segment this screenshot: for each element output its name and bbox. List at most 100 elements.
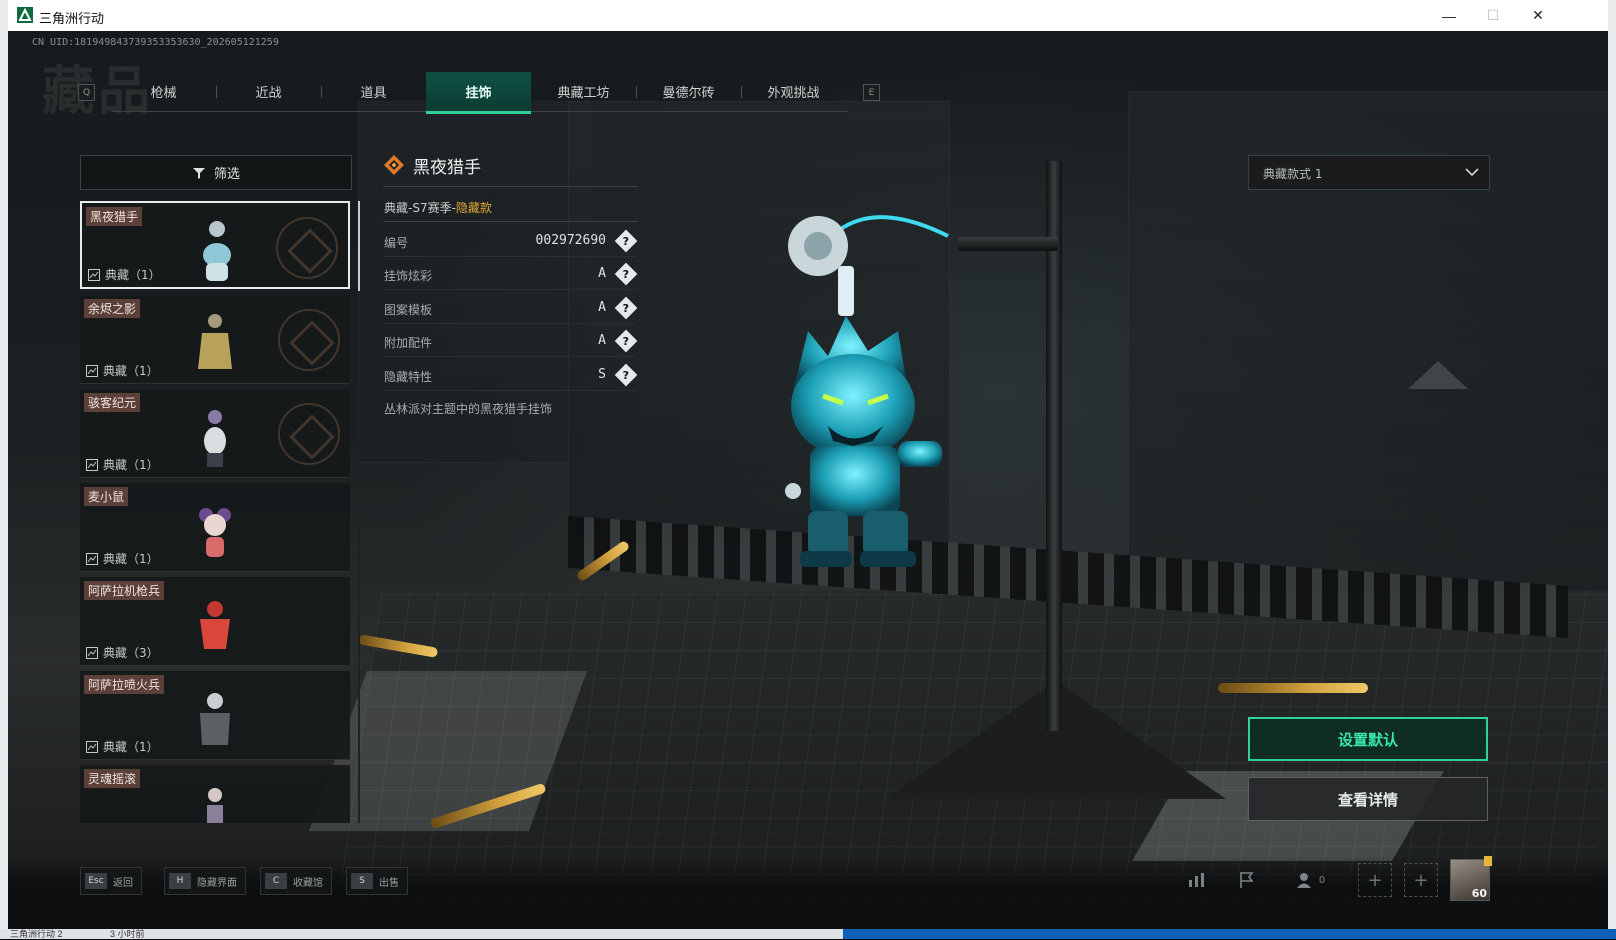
collection-icon — [86, 552, 98, 565]
filter-button[interactable]: 筛选 — [80, 155, 352, 190]
hotkey-sell[interactable]: S 出售 — [346, 867, 408, 895]
tab-appearance-challenge[interactable]: 外观挑战 — [741, 72, 846, 111]
attr-row-serial: 编号 002972690 ? — [384, 225, 638, 257]
collection-icon — [86, 646, 98, 659]
charm-thumbnail — [204, 410, 226, 467]
crate-arrow-decor — [1408, 361, 1468, 389]
list-item-mai-mouse[interactable]: 麦小鼠 典藏（1） — [80, 483, 350, 572]
hidden-variant-tag: 隐藏款 — [455, 201, 492, 215]
detail-divider — [383, 186, 638, 187]
charm-3d-figure — [785, 215, 949, 567]
attr-row-color: 挂饰炫彩 A ? — [384, 258, 638, 290]
friends-indicator[interactable]: 0 — [1286, 863, 1336, 897]
list-scrollbar-track[interactable] — [358, 201, 360, 823]
help-icon[interactable]: ? — [614, 229, 638, 253]
app-icon — [17, 7, 33, 23]
charm-thumbnail — [207, 788, 223, 823]
list-item-asala-flamethrower[interactable]: 阿萨拉喷火兵 典藏（1） — [80, 671, 350, 760]
list-scrollbar-thumb[interactable] — [358, 201, 360, 291]
desktop-edge-left — [0, 0, 8, 939]
category-tab-bar: 枪械 近战 道具 挂饰 典藏工坊 曼德尔砖 外观挑战 — [111, 72, 848, 114]
help-icon[interactable]: ? — [614, 262, 638, 286]
list-item-hacker-era[interactable]: 骇客纪元 典藏（1） — [80, 389, 350, 478]
display-stand-arm — [958, 237, 1058, 251]
list-item-name: 灵魂摇滚 — [84, 769, 141, 788]
tab-collection-workshop[interactable]: 典藏工坊 — [531, 72, 636, 111]
uid-label: CN UID:18194984373935335363​0_2026051212… — [32, 37, 279, 48]
attr-row-accessory: 附加配件 A ? — [384, 325, 638, 357]
next-tab-key-hint[interactable]: E — [863, 84, 880, 101]
friends-icon — [1296, 873, 1311, 888]
game-window: 三角洲行动 — ☐ ✕ 藏品 CN UID:181949843739353353… — [8, 0, 1608, 929]
prev-tab-key-hint[interactable]: Q — [78, 84, 95, 101]
list-item-soul-rock[interactable]: 灵魂摇滚 — [80, 765, 350, 823]
filter-icon — [192, 167, 205, 179]
charm-list: 黑夜猎手 典藏（1） 余烬之影 典藏（1） 骇客纪元 典藏（1） 麦小鼠 典藏（… — [80, 201, 350, 823]
taskbar-blue-band — [843, 929, 1616, 939]
collection-emblem — [278, 403, 340, 465]
list-item-name: 余烬之影 — [84, 299, 141, 318]
list-item-name: 黑夜猎手 — [86, 207, 143, 226]
collection-icon — [86, 740, 98, 753]
list-item-name: 骇客纪元 — [84, 393, 141, 412]
detail-title: 黑夜猎手 — [413, 157, 481, 178]
close-button[interactable]: ✕ — [1515, 0, 1561, 31]
collection-emblem — [276, 217, 338, 279]
tab-melee[interactable]: 近战 — [216, 72, 321, 111]
list-item-ember-shadow[interactable]: 余烬之影 典藏（1） — [80, 295, 350, 384]
filter-label: 筛选 — [213, 167, 240, 182]
help-icon[interactable]: ? — [614, 329, 638, 353]
charm-thumbnail — [200, 693, 230, 745]
list-item-black-night-hunter[interactable]: 黑夜猎手 典藏（1） — [80, 201, 350, 289]
collection-badge: 典藏（3） — [86, 644, 159, 661]
player-level: 60 — [1471, 887, 1487, 900]
collection-badge: 典藏（1） — [86, 362, 159, 379]
charm-thumbnail — [199, 508, 231, 557]
view-details-button[interactable]: 查看详情 — [1248, 777, 1488, 821]
style-variant-value: 典藏款式 1 — [1263, 167, 1323, 181]
charm-thumbnail — [203, 221, 231, 281]
maximize-button[interactable]: ☐ — [1470, 0, 1516, 31]
help-icon[interactable]: ? — [614, 296, 638, 320]
diamond-rarity-icon — [384, 155, 404, 175]
charm-thumbnail — [200, 601, 230, 649]
collection-badge: 典藏（1） — [86, 738, 159, 755]
collection-icon — [86, 364, 98, 377]
tab-items[interactable]: 道具 — [321, 72, 426, 111]
hotkey-collection-hall[interactable]: C 收藏馆 — [260, 867, 332, 895]
style-variant-select[interactable]: 典藏款式 1 — [1248, 155, 1490, 190]
list-item-name: 阿萨拉喷火兵 — [84, 675, 165, 694]
list-item-asala-gunner[interactable]: 阿萨拉机枪兵 典藏（3） — [80, 577, 350, 666]
collection-icon — [88, 268, 100, 281]
hotkey-back[interactable]: Esc 返回 — [80, 867, 142, 895]
collection-badge: 典藏（1） — [86, 550, 159, 567]
add-slot-button[interactable]: + — [1358, 863, 1392, 897]
title-bar: 三角洲行动 — ☐ ✕ — [8, 0, 1608, 31]
help-icon[interactable]: ? — [614, 363, 638, 387]
collection-icon — [86, 458, 98, 471]
tab-firearms[interactable]: 枪械 — [111, 72, 216, 111]
minimize-button[interactable]: — — [1426, 0, 1472, 31]
desktop-edge-right — [1608, 0, 1616, 939]
add-slot-button[interactable]: + — [1404, 863, 1438, 897]
tab-charms[interactable]: 挂饰 — [426, 72, 531, 114]
taskbar-strip: 三角洲行动 2 3 小时前 — [0, 929, 1616, 939]
chevron-down-icon — [1465, 168, 1479, 177]
detail-divider — [383, 221, 638, 222]
collection-emblem — [278, 309, 340, 371]
attr-row-hidden-trait: 隐藏特性 S ? — [384, 359, 638, 391]
game-viewport: 藏品 CN UID:18194984373935335363​0_2026051… — [8, 31, 1608, 929]
detail-header: 黑夜猎手 — [383, 151, 481, 179]
collection-badge: 典藏（1） — [88, 266, 161, 283]
attr-row-pattern: 图案模板 A ? — [384, 292, 638, 324]
hotkey-hide-ui[interactable]: H 隐藏界面 — [164, 867, 246, 895]
stats-icon[interactable] — [1180, 863, 1214, 897]
tab-mandel-brick[interactable]: 曼德尔砖 — [636, 72, 741, 111]
charm-thumbnail — [198, 314, 232, 369]
detail-description: 丛林派对主题中的黑夜猎手挂饰 — [384, 402, 553, 416]
set-default-button[interactable]: 设置默认 — [1248, 717, 1488, 761]
collection-badge: 典藏（1） — [86, 456, 159, 473]
player-avatar[interactable]: 60 — [1450, 856, 1492, 901]
flag-icon[interactable] — [1230, 863, 1264, 897]
notification-flag — [1484, 856, 1492, 866]
